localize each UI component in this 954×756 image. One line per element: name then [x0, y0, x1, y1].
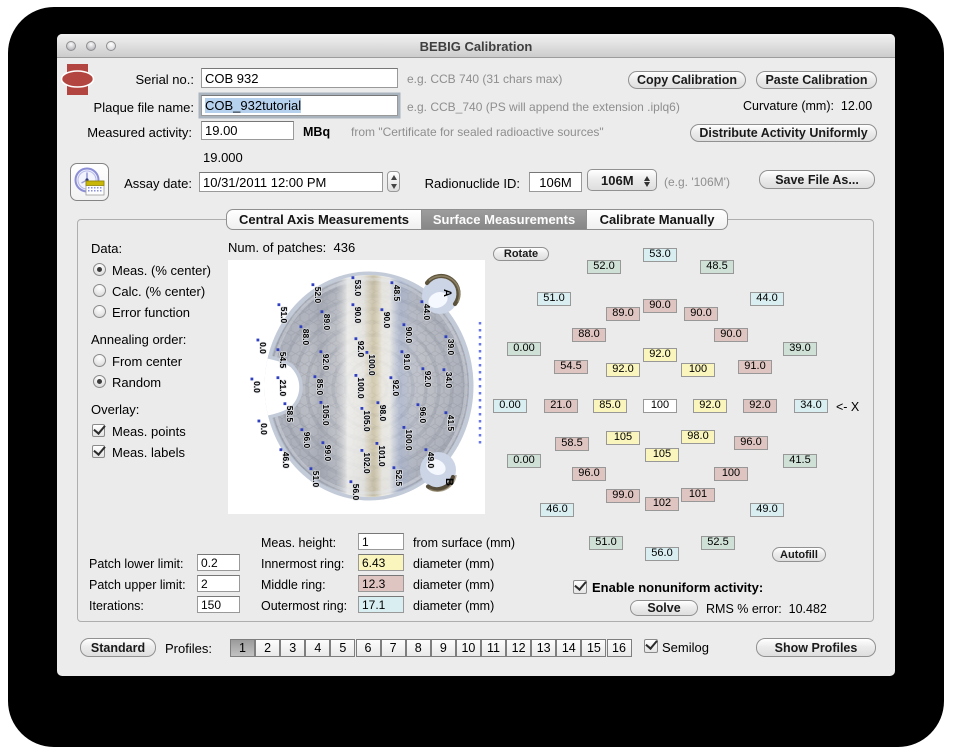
- svg-text:92.0: 92.0: [391, 380, 401, 397]
- svg-text:91.0: 91.0: [402, 354, 412, 371]
- svg-text:52.5: 52.5: [394, 470, 404, 487]
- svg-text:46.0: 46.0: [281, 452, 291, 469]
- svg-text:49.0: 49.0: [426, 452, 436, 469]
- svg-text:0.0: 0.0: [252, 381, 262, 393]
- svg-text:41.5: 41.5: [446, 415, 456, 432]
- svg-text:39.0: 39.0: [446, 339, 456, 356]
- svg-text:48.5: 48.5: [392, 285, 402, 302]
- svg-text:96.0: 96.0: [302, 432, 312, 449]
- svg-text:92.0: 92.0: [423, 371, 433, 388]
- svg-text:88.0: 88.0: [301, 329, 311, 346]
- svg-text:92.0: 92.0: [356, 341, 366, 358]
- svg-text:90.0: 90.0: [353, 307, 363, 324]
- svg-text:100.0: 100.0: [356, 377, 366, 399]
- svg-text:51.0: 51.0: [279, 307, 289, 324]
- svg-text:99.0: 99.0: [323, 445, 333, 462]
- svg-text:53.0: 53.0: [353, 280, 363, 297]
- svg-text:A: A: [441, 289, 453, 297]
- svg-text:0.0: 0.0: [259, 423, 269, 435]
- svg-text:54.5: 54.5: [278, 352, 288, 369]
- svg-text:92.0: 92.0: [321, 354, 331, 371]
- svg-text:B: B: [443, 478, 455, 486]
- svg-text:89.0: 89.0: [322, 314, 332, 331]
- svg-text:100.0: 100.0: [367, 354, 377, 376]
- svg-text:51.0: 51.0: [311, 471, 321, 488]
- svg-text:96.0: 96.0: [418, 407, 428, 424]
- svg-text:105.0: 105.0: [321, 404, 331, 426]
- svg-text:34.0: 34.0: [444, 372, 454, 389]
- svg-text:56.0: 56.0: [351, 484, 361, 501]
- svg-text:90.0: 90.0: [404, 327, 414, 344]
- svg-text:21.0: 21.0: [278, 380, 288, 397]
- svg-text:102.0: 102.0: [362, 452, 372, 474]
- svg-text:0.0: 0.0: [258, 342, 268, 354]
- svg-text:90.0: 90.0: [382, 312, 392, 329]
- svg-text:44.0: 44.0: [422, 304, 432, 321]
- svg-text:98.0: 98.0: [378, 405, 388, 422]
- svg-text:105.0: 105.0: [362, 410, 372, 432]
- svg-text:52.0: 52.0: [313, 287, 323, 304]
- svg-text:85.0: 85.0: [315, 379, 325, 396]
- svg-text:58.5: 58.5: [285, 406, 295, 423]
- svg-text:100.0: 100.0: [404, 429, 414, 451]
- svg-text:101.0: 101.0: [377, 445, 387, 467]
